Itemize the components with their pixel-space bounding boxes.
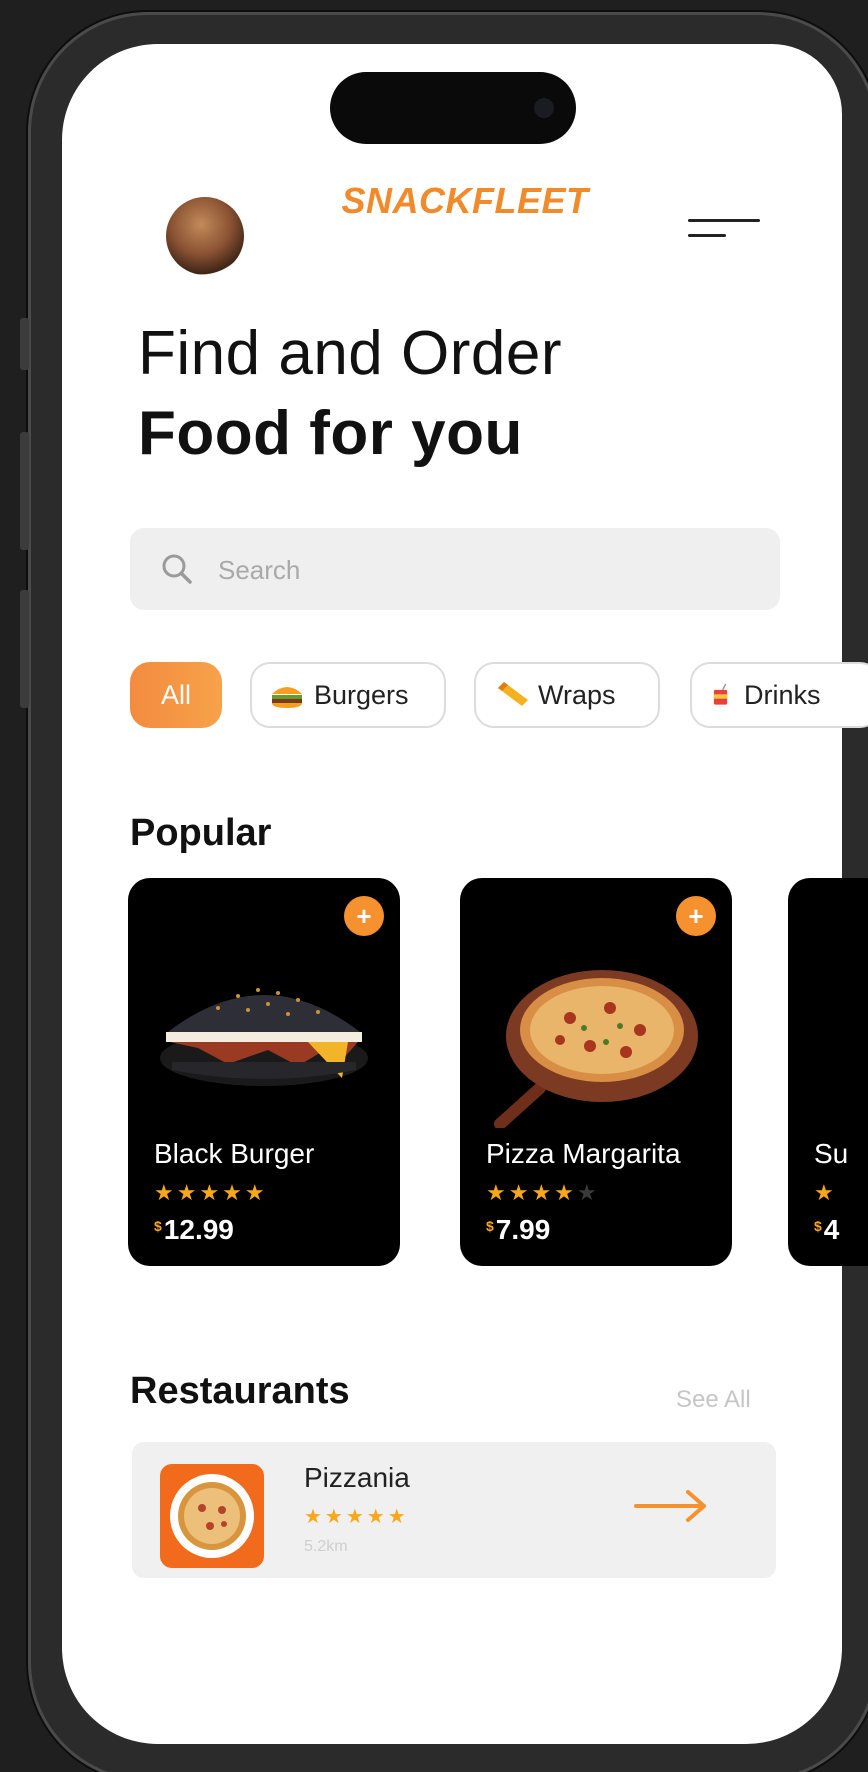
restaurant-distance: 5.2km xyxy=(304,1538,348,1555)
restaurant-name: Pizzania xyxy=(304,1462,410,1493)
search-input[interactable] xyxy=(216,546,740,594)
currency-symbol: $ xyxy=(154,1218,162,1234)
pizza-thumb-image xyxy=(170,1474,254,1558)
restaurant-image xyxy=(160,1464,264,1568)
category-chip-wraps[interactable]: Wraps xyxy=(474,662,660,728)
rating-stars: ★★★★★ xyxy=(486,1180,600,1205)
app-logo: SNACKFLEET xyxy=(341,180,589,221)
category-chip-drinks[interactable]: Drinks xyxy=(690,662,868,728)
category-label: Burgers xyxy=(314,679,409,710)
rating-stars: ★★★★★ xyxy=(154,1180,268,1205)
food-card[interactable]: + Pizza Margarita ★★★★★ $7.99 xyxy=(460,878,732,1266)
food-name: Black Burger xyxy=(154,1138,315,1169)
food-card[interactable]: + Black Burger ★★★★★ $12.99 xyxy=(128,878,400,1266)
menu-icon-line-bottom xyxy=(688,234,726,237)
phone-volume-down xyxy=(20,590,29,708)
phone-side-button xyxy=(20,318,29,370)
price-value: 4 xyxy=(823,1214,840,1245)
food-price: $12.99 xyxy=(154,1214,234,1246)
food-card[interactable]: Su ★ $4 xyxy=(788,878,868,1266)
phone-volume-up xyxy=(20,432,29,550)
see-all-link[interactable]: See All xyxy=(676,1386,751,1414)
category-label: Wraps xyxy=(538,679,616,710)
search-bar[interactable] xyxy=(130,528,780,610)
pizza-image xyxy=(494,970,698,1128)
search-icon xyxy=(162,554,192,584)
category-label: All xyxy=(160,679,191,710)
popular-heading: Popular xyxy=(130,812,272,854)
category-chip-burgers[interactable]: Burgers xyxy=(250,662,446,728)
arrow-right-icon[interactable] xyxy=(632,1486,712,1526)
black-burger-image xyxy=(160,988,368,1086)
currency-symbol: $ xyxy=(814,1218,822,1234)
page-title-line2: Food for you xyxy=(138,399,523,468)
price-value: 12.99 xyxy=(163,1214,234,1245)
add-button[interactable]: + xyxy=(676,896,716,936)
camera-icon xyxy=(534,98,554,118)
stage: SNACKFLEET Find and Order Food for you A… xyxy=(0,0,868,1772)
drink-icon xyxy=(713,683,728,705)
menu-button[interactable] xyxy=(684,212,764,242)
food-name: Pizza Margarita xyxy=(486,1138,681,1169)
add-button[interactable]: + xyxy=(344,896,384,936)
rating-stars: ★★★★★ xyxy=(304,1506,409,1528)
dynamic-island xyxy=(330,72,576,144)
food-name: Su xyxy=(814,1138,849,1169)
page-title-line1: Find and Order xyxy=(138,319,562,388)
rating-stars: ★ xyxy=(814,1180,837,1205)
menu-icon-line-top xyxy=(688,219,760,222)
wrap-icon xyxy=(498,682,528,706)
price-value: 7.99 xyxy=(495,1214,551,1245)
category-chip-all[interactable]: All xyxy=(130,662,222,728)
food-price: $4 xyxy=(814,1214,839,1246)
food-price: $7.99 xyxy=(486,1214,550,1246)
category-label: Drinks xyxy=(744,679,821,710)
burger-icon xyxy=(272,687,302,708)
restaurant-row[interactable]: Pizzania ★★★★★ 5.2km xyxy=(132,1442,776,1578)
currency-symbol: $ xyxy=(486,1218,494,1234)
restaurants-heading: Restaurants xyxy=(130,1370,350,1412)
avatar[interactable] xyxy=(166,197,244,275)
